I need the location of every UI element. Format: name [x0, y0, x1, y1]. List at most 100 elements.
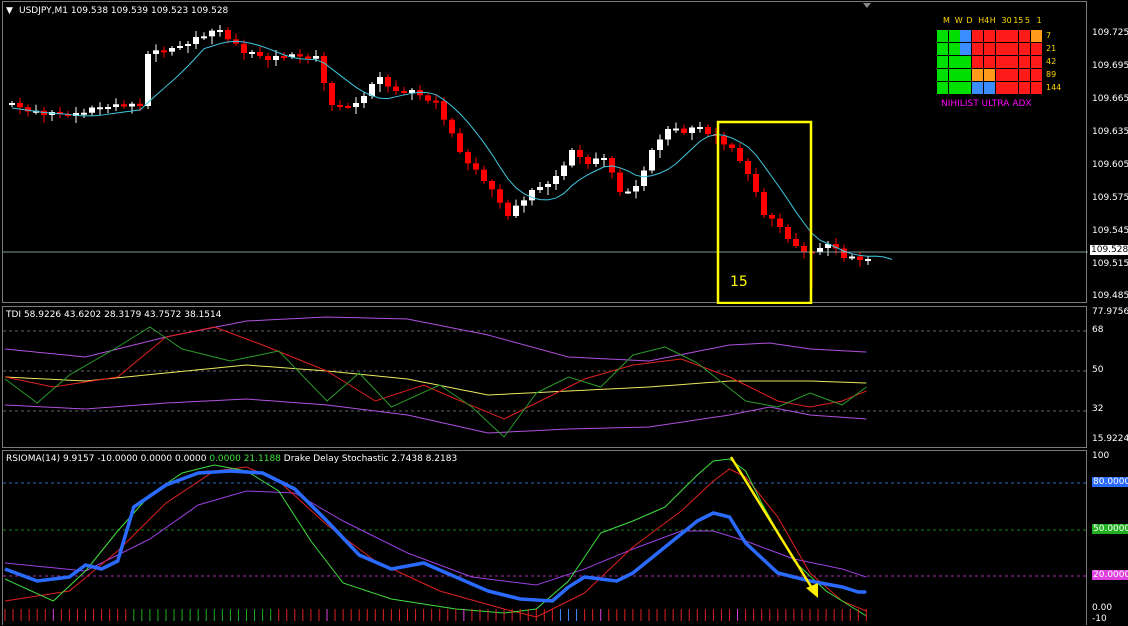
bullish-candle: [697, 127, 703, 129]
nihilist-cell: [948, 82, 960, 94]
nihilist-cell: [1018, 43, 1030, 55]
nihilist-cell: [960, 30, 972, 42]
bearish-candle: [721, 136, 727, 145]
bearish-candle: [753, 174, 759, 192]
bearish-candle: [577, 150, 583, 157]
bullish-candle: [689, 127, 695, 133]
bullish-candle: [129, 103, 135, 107]
nihilist-cell: [937, 82, 948, 94]
nihilist-period-label: 42: [1046, 57, 1057, 66]
bearish-candle: [497, 189, 503, 203]
nihilist-title: NIHILIST ULTRA ADX: [941, 99, 1032, 109]
tdi-axis-label: 77.9756: [1092, 307, 1128, 317]
tdi-axis-label: 15.9224: [1092, 434, 1128, 444]
rsioma-main-line: [4, 469, 867, 603]
nihilist-timeframe-label: 15: [1013, 16, 1024, 25]
nihilist-period-label: 7: [1046, 31, 1052, 40]
bearish-candle: [393, 86, 399, 91]
nihilist-cell: [937, 56, 948, 68]
moving-average-line: [11, 40, 893, 260]
nihilist-timeframe-label: D: [966, 16, 973, 25]
tdi-indicator-pane[interactable]: TDI 58.9226 43.6202 28.3179 43.7572 38.1…: [2, 306, 1088, 448]
rsioma-axis-label: 0.00: [1092, 603, 1113, 613]
rsioma-axis-label: 100: [1092, 451, 1110, 461]
nihilist-timeframe-label: M: [943, 16, 950, 25]
nihilist-period-label: 144: [1046, 83, 1062, 92]
nihilist-period-label: 89: [1046, 70, 1057, 79]
nihilist-cell: [948, 43, 960, 55]
tdi-axis-label: 32: [1092, 404, 1104, 414]
nihilist-cell: [948, 30, 960, 42]
nihilist-ultra-adx-panel: M W D H4 H 30 15 5 1 7 21 42 89 144 NIHILIST ULTRA ADX: [931, 14, 1071, 114]
nihilist-cell: [972, 56, 984, 68]
bullish-candle: [113, 104, 119, 107]
bearish-candle: [705, 127, 711, 134]
bearish-candle: [441, 101, 447, 120]
nihilist-cell: [1018, 82, 1030, 94]
bearish-candle: [297, 54, 303, 57]
bearish-candle: [457, 133, 463, 152]
rsioma-indicator-pane[interactable]: RSIOMA(14) 9.9157 -10.0000 0.0000 0.0000…: [2, 450, 1088, 625]
bullish-candle: [273, 56, 279, 60]
nihilist-cell: [983, 30, 995, 42]
price-axis[interactable]: 109.725 109.695 109.665 109.635 109.605 109.5…: [1088, 0, 1128, 625]
bearish-candle: [585, 157, 591, 164]
bullish-candle: [625, 191, 631, 194]
bullish-candle: [169, 48, 175, 52]
bearish-candle: [345, 106, 351, 108]
bearish-candle: [265, 56, 271, 60]
nihilist-cell: [1007, 82, 1019, 94]
current-price-tag: 109.528: [1090, 245, 1128, 255]
nihilist-cell: [995, 30, 1007, 42]
bullish-candle: [193, 37, 199, 44]
price-axis-label: 109.695: [1092, 61, 1128, 71]
nihilist-cell: [960, 82, 972, 94]
nihilist-cell: [972, 30, 984, 42]
bullish-candle: [865, 259, 871, 261]
bullish-candle: [209, 30, 215, 37]
nihilist-cell: [972, 69, 984, 81]
rsioma-axis-label: 80.0000: [1092, 477, 1128, 487]
bullish-candle: [601, 158, 607, 160]
price-chart: [3, 3, 1088, 304]
bearish-candle: [225, 30, 231, 40]
price-axis-label: 109.485: [1092, 291, 1128, 301]
bearish-candle: [281, 56, 287, 58]
bearish-candle: [729, 144, 735, 148]
nihilist-cell: [1030, 69, 1042, 81]
bullish-candle: [153, 50, 159, 54]
bearish-candle: [745, 161, 751, 174]
bullish-candle: [177, 46, 183, 48]
bearish-candle: [121, 104, 127, 107]
bearish-candle: [793, 239, 799, 246]
nihilist-timeframe-label: 30: [1001, 16, 1012, 25]
bullish-candle: [89, 107, 95, 113]
shift-marker-icon: [863, 3, 871, 8]
price-axis-label: 109.725: [1092, 28, 1128, 38]
nihilist-cell: [1007, 69, 1019, 81]
nihilist-cell: [983, 69, 995, 81]
price-chart-pane[interactable]: ▼ USDJPY,M1 109.538 109.539 109.523 109.…: [2, 1, 1088, 304]
nihilist-cell: [983, 82, 995, 94]
trend-arrow-head-icon: [806, 583, 818, 598]
bearish-candle: [137, 103, 143, 106]
bearish-candle: [329, 83, 335, 105]
bullish-candle: [201, 36, 207, 39]
tdi-upper-band: [4, 316, 867, 362]
bearish-candle: [489, 181, 495, 190]
bearish-candle: [433, 100, 439, 103]
rsioma-chart: [3, 456, 1088, 621]
bearish-candle: [241, 43, 247, 53]
bullish-candle: [361, 96, 367, 103]
bullish-candle: [521, 200, 527, 206]
nihilist-timeframe-label: H4: [978, 16, 990, 25]
stochastic-slow-line: [4, 466, 867, 618]
bullish-candle: [313, 56, 319, 59]
box-label: 15: [730, 274, 748, 290]
nihilist-timeframe-label: W: [954, 16, 963, 25]
rsioma-axis-label: -10: [1092, 614, 1107, 624]
bearish-candle: [17, 103, 23, 108]
nihilist-cell: [983, 56, 995, 68]
price-axis-label: 109.605: [1092, 160, 1128, 170]
bullish-candle: [369, 84, 375, 96]
